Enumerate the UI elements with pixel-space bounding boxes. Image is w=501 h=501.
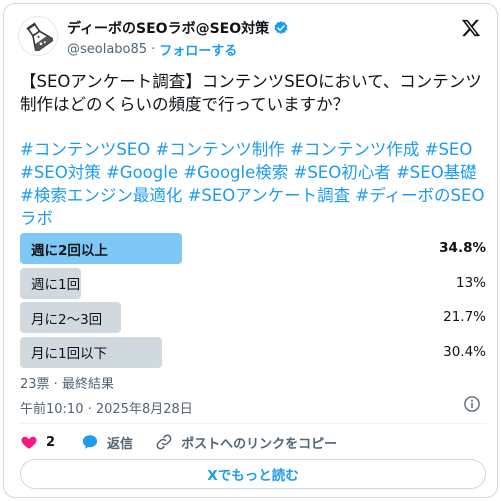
hashtag-link[interactable]: #SEO — [425, 140, 473, 159]
reply-bubble-icon — [82, 435, 98, 449]
poll-option-label: 週に2回以上 — [31, 242, 108, 259]
reply-label: 返信 — [107, 436, 134, 452]
heart-icon — [21, 436, 37, 449]
hashtag-link[interactable]: #Google検索 — [183, 163, 288, 182]
divider — [20, 423, 486, 424]
avatar[interactable] — [18, 16, 58, 56]
poll: 週に2回以上 34.8% 週に1回 13% 月に2〜3回 21.7% 月に1回以… — [20, 233, 486, 371]
copy-link-button[interactable]: ポストへのリンクをコピー — [155, 433, 337, 452]
x-logo-icon[interactable] — [461, 18, 481, 38]
post-timestamp[interactable]: 午前10:10 · 2025年8月28日 — [20, 398, 193, 417]
like-button[interactable]: 2 — [20, 433, 55, 451]
handle-row: @seolabo85 · フォローする — [67, 40, 237, 59]
poll-option-percent: 21.7% — [443, 309, 486, 325]
info-icon[interactable] — [463, 395, 481, 413]
hashtag-link[interactable]: #コンテンツ作成 — [290, 140, 419, 159]
follow-button[interactable]: フォローする — [159, 40, 237, 59]
link-icon — [156, 434, 172, 450]
poll-option-label: 月に2〜3回 — [31, 311, 103, 328]
tweet-text: 【SEOアンケート調査】コンテンツSEOにおいて、コンテンツ制作はどのくらいの頻… — [20, 72, 482, 114]
hashtag-link[interactable]: #SEOアンケート調査 — [188, 186, 351, 205]
poll-option: 月に2〜3回 21.7% — [20, 302, 486, 333]
poll-option-percent: 34.8% — [439, 240, 486, 256]
hashtag-link[interactable]: #コンテンツSEO — [20, 140, 150, 159]
hashtag-list: #コンテンツSEO #コンテンツ制作 #コンテンツ作成 #SEO #SEO対策 … — [20, 138, 492, 230]
author-handle[interactable]: @seolabo85 — [67, 42, 147, 57]
read-more-on-x-button[interactable]: Xでもっと読む — [20, 459, 486, 489]
copy-link-label: ポストへのリンクをコピー — [181, 436, 338, 452]
flask-icon — [26, 22, 53, 51]
poll-option: 月に1回以下 30.4% — [20, 336, 486, 368]
author-name[interactable]: ディーボのSEOラボ@SEO対策 — [67, 18, 269, 38]
separator-dot: · — [151, 42, 156, 57]
poll-option: 週に2回以上 34.8% — [20, 233, 486, 264]
hashtag-link[interactable]: #SEO対策 — [20, 163, 101, 182]
like-count: 2 — [46, 434, 56, 450]
poll-option-percent: 30.4% — [443, 343, 486, 360]
poll-option-label: 週に1回 — [31, 277, 81, 293]
poll-option-percent: 13% — [455, 274, 486, 291]
poll-option-label: 月に1回以下 — [31, 346, 108, 362]
tweet-card: ディーボのSEOラボ@SEO対策 @seolabo85 · フォローする 【SE… — [3, 3, 498, 498]
hashtag-link[interactable]: #SEO初心者 — [294, 163, 391, 182]
hashtag-link[interactable]: #コンテンツ制作 — [155, 140, 284, 159]
action-bar: 2 返信 ポストへのリンクをコピー — [20, 432, 357, 452]
reply-button[interactable]: 返信 — [81, 433, 133, 452]
hashtag-link[interactable]: #Google — [106, 163, 178, 182]
poll-vote-summary: 23票 · 最終結果 — [20, 377, 114, 392]
verified-badge-icon — [274, 21, 288, 34]
hashtag-link[interactable]: #SEO基礎 — [396, 163, 477, 182]
poll-option: 週に1回 13% — [20, 267, 486, 299]
hashtag-link[interactable]: #検索エンジン最適化 — [20, 186, 182, 205]
author-name-row: ディーボのSEOラボ@SEO対策 — [67, 18, 289, 38]
